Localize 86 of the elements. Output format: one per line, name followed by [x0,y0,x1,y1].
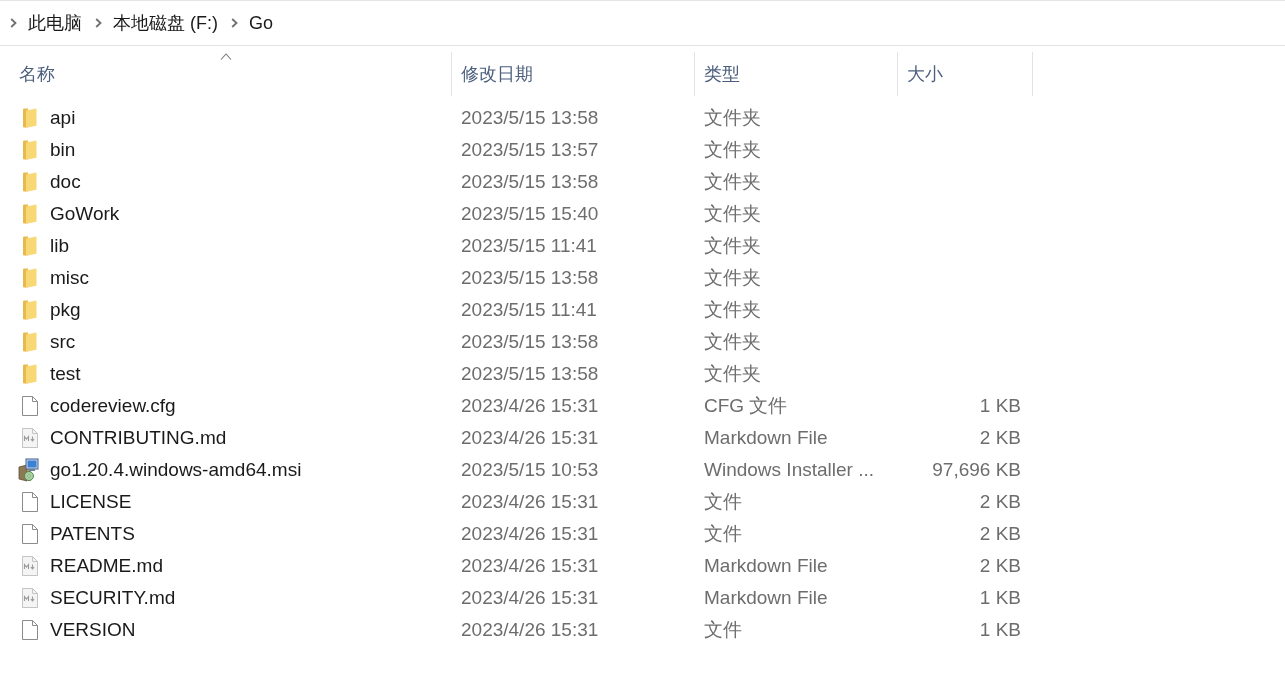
file-name[interactable]: bin [50,139,76,161]
file-name[interactable]: misc [50,267,90,289]
file-type: 文件夹 [704,202,761,226]
date-modified: 2023/5/15 13:58 [461,107,599,129]
file-name[interactable]: doc [50,171,81,193]
column-header[interactable]: 名称 [0,52,452,96]
date-modified: 2023/4/26 15:31 [461,427,599,449]
file-name[interactable]: test [50,363,81,385]
folder-icon [23,140,37,160]
date-modified: 2023/4/26 15:31 [461,587,599,609]
file-name[interactable]: LICENSE [50,491,132,513]
file-size: 2 KB [979,523,1021,545]
folder-icon [23,108,37,128]
chevron-icon[interactable] [231,18,238,28]
file-name[interactable]: codereview.cfg [50,395,176,417]
folder-icon [23,172,37,192]
date-modified: 2023/5/15 13:58 [461,363,599,385]
file-name[interactable]: pkg [50,299,81,321]
file-size: 1 KB [979,619,1021,641]
file-type: 文件夹 [704,138,761,162]
file-name[interactable]: SECURITY.md [50,587,176,609]
file-type: 文件 [704,618,742,642]
file-name[interactable]: GoWork [50,203,120,225]
file-size: 1 KB [979,587,1021,609]
date-modified: 2023/5/15 11:41 [461,299,597,321]
date-modified: 2023/4/26 15:31 [461,555,599,577]
file-type: Markdown File [704,427,828,449]
file-size: 2 KB [979,555,1021,577]
file-type: 文件 [704,490,742,514]
breadcrumb-item[interactable]: Go [249,12,273,34]
file-name[interactable]: api [50,107,76,129]
folder-icon [23,204,37,224]
date-modified: 2023/4/26 15:31 [461,491,599,513]
file-type: 文件夹 [704,106,761,130]
date-modified: 2023/5/15 10:53 [461,459,599,481]
date-modified: 2023/5/15 13:58 [461,267,599,289]
file-name[interactable]: CONTRIBUTING.md [50,427,227,449]
column-header[interactable]: 类型 [695,52,898,96]
file-type: 文件 [704,522,742,546]
file-type: 文件夹 [704,266,761,290]
file-size: 1 KB [979,395,1021,417]
markdown-file-icon [22,428,38,448]
file-type: Markdown File [704,587,828,609]
file-type: 文件夹 [704,330,761,354]
date-modified: 2023/5/15 15:40 [461,203,599,225]
folder-icon [23,300,37,320]
folder-icon [23,236,37,256]
installer-icon [18,458,40,482]
date-modified: 2023/5/15 11:41 [461,235,597,257]
file-type: 文件夹 [704,362,761,386]
file-size: 2 KB [979,427,1021,449]
date-modified: 2023/4/26 15:31 [461,395,599,417]
file-name[interactable]: README.md [50,555,163,577]
file-type: 文件夹 [704,298,761,322]
file-type: 文件夹 [704,234,761,258]
file-name[interactable]: go1.20.4.windows-amd64.msi [50,459,302,481]
file-type: 文件夹 [704,170,761,194]
file-icon [22,524,38,544]
file-icon [22,396,38,416]
date-modified: 2023/5/15 13:58 [461,331,599,353]
folder-icon [23,364,37,384]
markdown-file-icon [22,556,38,576]
file-type: Windows Installer ... [704,459,874,481]
file-name[interactable]: lib [50,235,69,257]
column-header[interactable]: 修改日期 [452,52,695,96]
breadcrumb-item[interactable]: 此电脑 [28,11,82,35]
folder-icon [23,332,37,352]
date-modified: 2023/4/26 15:31 [461,619,599,641]
file-name[interactable]: src [50,331,76,353]
chevron-icon[interactable] [10,18,17,28]
chevron-icon[interactable] [95,18,102,28]
file-size: 2 KB [979,491,1021,513]
column-header[interactable]: 大小 [898,52,1033,96]
file-type: Markdown File [704,555,828,577]
breadcrumb-item[interactable]: 本地磁盘 (F:) [113,11,218,35]
date-modified: 2023/5/15 13:58 [461,171,599,193]
file-icon [22,620,38,640]
markdown-file-icon [22,588,38,608]
date-modified: 2023/4/26 15:31 [461,523,599,545]
file-name[interactable]: PATENTS [50,523,135,545]
file-name[interactable]: VERSION [50,619,136,641]
date-modified: 2023/5/15 13:57 [461,139,599,161]
folder-icon [23,268,37,288]
file-size: 97,696 KB [932,459,1021,481]
file-type: CFG 文件 [704,394,788,418]
file-icon [22,492,38,512]
